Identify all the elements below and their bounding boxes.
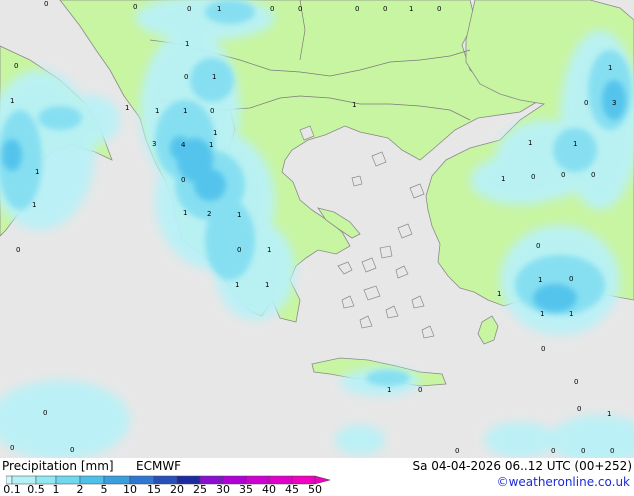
value-marker: 0 [44,0,48,8]
value-marker: 0 [210,107,214,115]
value-marker: 1 [573,140,577,148]
value-marker: 1 [125,104,129,112]
value-marker: 0 [270,5,274,13]
value-marker: 0 [43,409,47,417]
value-marker: 0 [10,444,14,452]
value-marker: 1 [213,129,217,137]
value-marker: 0 [184,73,188,81]
value-marker: 1 [267,246,271,254]
value-marker: 1 [607,410,611,418]
value-marker: 1 [235,281,239,289]
value-marker: 0 [610,447,614,455]
value-marker: 0 [355,5,359,13]
value-marker: 1 [183,209,187,217]
value-marker: 0 [536,242,540,250]
value-marker: 0 [551,447,555,455]
legend-title: Precipitation [mm] [2,459,114,473]
value-marker: 1 [185,40,189,48]
value-marker: 3 [612,99,616,107]
value-marker: 1 [265,281,269,289]
value-marker: 0 [16,246,20,254]
value-marker: 0 [591,171,595,179]
value-marker: 1 [409,5,413,13]
value-marker: 4 [181,141,186,149]
value-marker: 1 [212,73,216,81]
value-marker: 0 [70,446,74,454]
value-marker: 0 [569,275,573,283]
value-marker: 1 [540,310,544,318]
value-marker: 1 [352,101,356,109]
value-marker: 0 [187,5,191,13]
value-marker: 1 [501,175,505,183]
value-marker: 1 [217,5,221,13]
value-marker: 0 [298,5,302,13]
model-name: ECMWF [136,459,182,473]
value-marker: 0 [581,447,585,455]
value-marker: 0 [531,173,535,181]
value-marker: 0 [181,176,185,184]
value-marker: 1 [32,201,36,209]
value-marker: 1 [538,276,542,284]
value-marker: 1 [237,211,241,219]
copyright-link[interactable]: ©weatheronline.co.uk [497,475,630,489]
value-marker: 0 [14,62,18,70]
forecast-run-info: Sa 04-04-2026 06..12 UTC (00+252) [412,459,632,473]
value-marker: 0 [584,99,588,107]
value-marker: 0 [437,5,441,13]
map-footer: Precipitation [mm] ECMWF Sa 04-04-2026 0… [0,458,634,495]
value-marker: 0 [383,5,387,13]
value-marker: 1 [183,107,187,115]
value-marker: 0 [541,345,545,353]
forecast-map-view: 0 0 1 0 0 0 0 1 0 1 0 1 0 1 1 0 1 1 1 0 … [0,0,634,495]
value-marker: 1 [10,97,14,105]
value-marker: 2 [207,210,211,218]
color-scale-legend: 0.1 0.5 1 2 5 10 15 20 25 30 35 40 45 50 [3,474,336,495]
value-marker: 0 [133,3,137,11]
value-marker: 1 [569,310,573,318]
value-marker: 1 [387,386,391,394]
value-marker: 1 [608,64,612,72]
value-marker: 0 [418,386,422,394]
value-marker: 1 [155,107,159,115]
value-marker: 1 [528,139,532,147]
value-marker: 1 [209,141,213,149]
value-marker: 3 [152,140,156,148]
value-marker: 1 [35,168,39,176]
value-marker: 1 [497,290,501,298]
value-marker: 0 [577,405,581,413]
value-marker: 0 [237,246,241,254]
value-marker: 0 [574,378,578,386]
value-marker: 0 [561,171,565,179]
precipitation-map: 0 0 1 0 0 0 0 1 0 1 0 1 0 1 1 0 1 1 1 0 … [0,0,634,458]
value-marker: 0 [455,447,459,455]
